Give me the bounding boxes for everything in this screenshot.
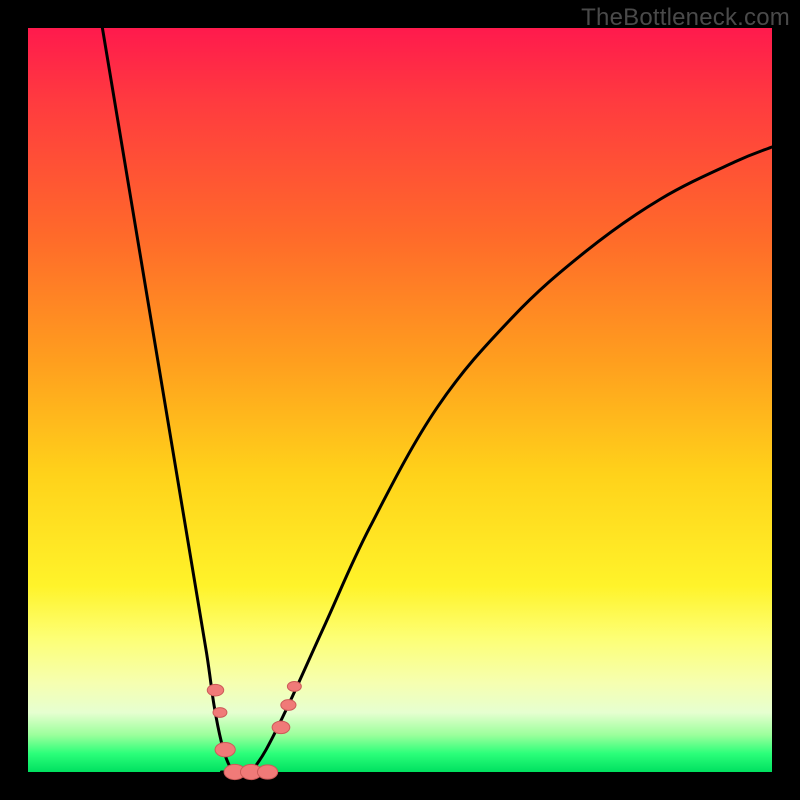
- plot-area: [28, 28, 772, 772]
- watermark-text: TheBottleneck.com: [581, 4, 790, 32]
- floor-marker-c: [257, 765, 277, 779]
- right-marker-low: [272, 721, 290, 733]
- series-left-branch: [102, 28, 236, 772]
- right-marker-mid: [281, 700, 296, 711]
- left-marker-mid: [213, 708, 227, 718]
- chart-svg: [28, 28, 772, 772]
- series-right-branch: [251, 147, 772, 772]
- right-marker-hi: [287, 682, 301, 692]
- outer-frame: TheBottleneck.com: [0, 0, 800, 800]
- left-marker-high: [207, 684, 223, 696]
- left-marker-low: [215, 743, 235, 757]
